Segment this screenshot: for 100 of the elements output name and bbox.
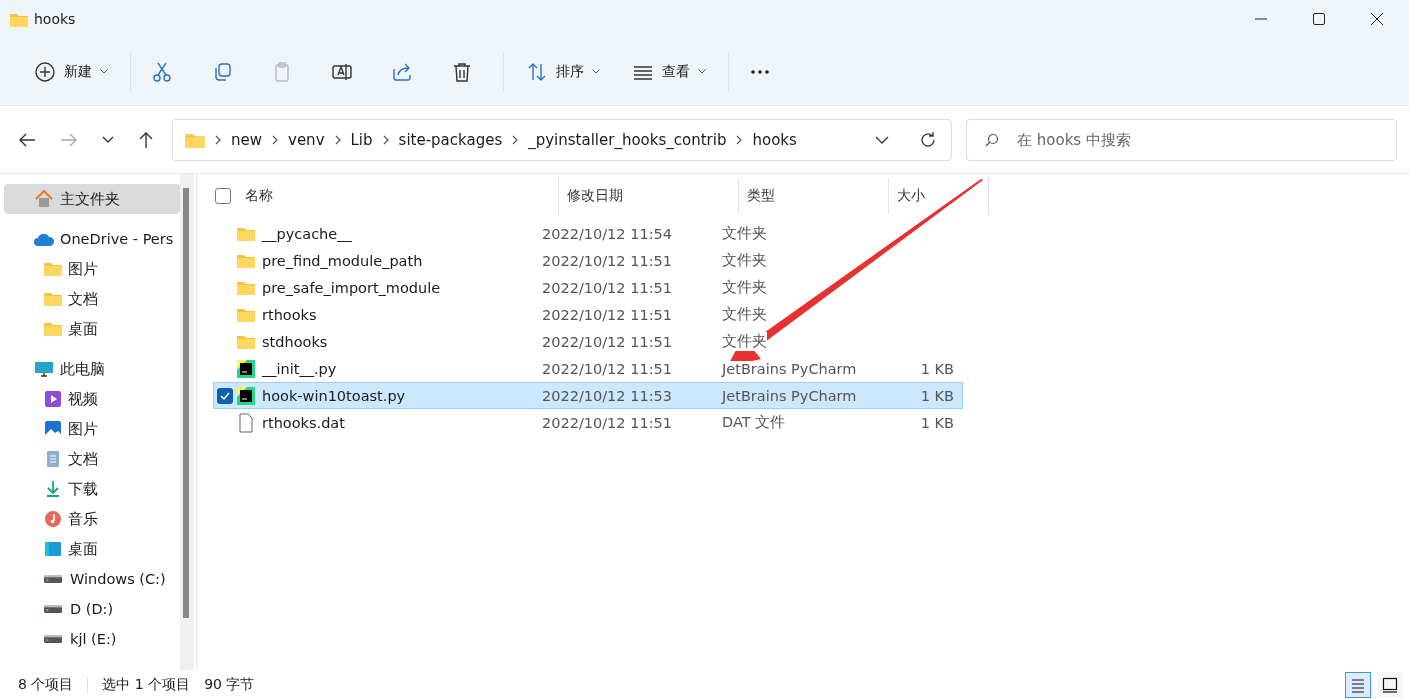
search-field[interactable]: 在 hooks 中搜索 bbox=[1015, 129, 1396, 150]
sidebar-item[interactable]: 主文件夹 bbox=[4, 184, 180, 214]
selection-count: 选中 1 个项目 bbox=[102, 675, 191, 694]
column-header[interactable]: 修改日期 bbox=[559, 178, 739, 214]
chevron-right-icon bbox=[512, 134, 519, 145]
breadcrumb[interactable]: new bbox=[231, 130, 262, 149]
table-cell: 文件夹 bbox=[722, 278, 767, 297]
toolbar-button[interactable]: 查看 bbox=[624, 52, 714, 91]
file-row[interactable]: hook-win10toast.py 2022/10/12 11:53 JetBrains PyCharm 1 KB bbox=[213, 382, 963, 409]
table-cell-text: 1 KB bbox=[919, 360, 954, 377]
video-icon bbox=[44, 390, 62, 408]
table-cell: 文件夹 bbox=[722, 251, 767, 270]
table-cell-text: 2022/10/12 11:51 bbox=[542, 333, 673, 350]
sidebar-item[interactable]: 桌面 bbox=[4, 314, 180, 344]
details-view-button[interactable] bbox=[1345, 671, 1371, 698]
tiles-icon bbox=[1382, 676, 1398, 693]
lines-icon bbox=[1350, 676, 1366, 693]
file-name: stdhooks bbox=[262, 333, 329, 350]
sidebar-item[interactable]: 此电脑 bbox=[4, 354, 180, 384]
table-cell: JetBrains PyCharm bbox=[722, 387, 857, 404]
drive-icon bbox=[44, 575, 62, 583]
chevron-right-icon bbox=[334, 134, 341, 145]
folder-icon bbox=[185, 131, 205, 148]
table-cell-text: 2022/10/12 11:51 bbox=[542, 252, 673, 269]
pycharm-icon bbox=[236, 358, 256, 379]
table-cell: 文件夹 bbox=[722, 224, 767, 243]
close-icon[interactable] bbox=[1371, 13, 1383, 25]
file-name: rthooks.dat bbox=[262, 414, 346, 431]
table-cell: JetBrains PyCharm bbox=[722, 360, 857, 377]
file-icon bbox=[236, 412, 256, 433]
search-box[interactable]: 在 hooks 中搜索 bbox=[966, 118, 1397, 161]
address-bar[interactable]: new venv Lib site-packages _pyinstaller_hooks_contrib hooks bbox=[172, 118, 952, 161]
column-header[interactable]: 名称 bbox=[237, 178, 559, 214]
table-cell-text: 2022/10/12 11:51 bbox=[542, 306, 673, 323]
tiles-view-button[interactable] bbox=[1377, 671, 1403, 698]
table-cell: 文件夹 bbox=[722, 332, 767, 351]
up-icon[interactable] bbox=[138, 130, 154, 149]
sidebar-item[interactable]: 图片 bbox=[4, 254, 180, 284]
back-icon[interactable] bbox=[18, 131, 36, 148]
breadcrumb[interactable]: venv bbox=[288, 130, 325, 149]
caret-icon bbox=[592, 69, 600, 74]
file-name: __pycache__ bbox=[262, 225, 353, 242]
column-header[interactable]: 类型 bbox=[739, 178, 889, 214]
sidebar-item[interactable]: 视频 bbox=[4, 384, 180, 414]
window-title: hooks bbox=[34, 11, 76, 27]
music-icon bbox=[44, 510, 62, 528]
plus-circle-icon bbox=[34, 60, 56, 83]
table-cell: DAT 文件 bbox=[722, 413, 786, 432]
document-icon bbox=[44, 450, 62, 468]
toolbar-button[interactable]: 排序 bbox=[518, 52, 608, 91]
caret-icon bbox=[698, 69, 706, 74]
file-name: rthooks bbox=[262, 306, 318, 323]
sidebar-item[interactable]: 文档 bbox=[4, 284, 180, 314]
caret-icon bbox=[100, 69, 108, 74]
download-icon bbox=[44, 480, 62, 498]
monitor-icon bbox=[34, 360, 54, 378]
breadcrumb[interactable]: site-packages bbox=[398, 130, 503, 149]
file-name: __init__.py bbox=[262, 360, 338, 377]
drive-icon bbox=[44, 635, 62, 643]
item-count: 8 个项目 bbox=[18, 675, 74, 694]
checkbox-icon[interactable] bbox=[217, 387, 233, 404]
sidebar-item[interactable]: OneDrive - Pers bbox=[4, 224, 180, 254]
table-cell-text: 2022/10/12 11:53 bbox=[542, 387, 673, 404]
breadcrumb[interactable]: _pyinstaller_hooks_contrib bbox=[528, 130, 727, 149]
chevron-right-icon bbox=[215, 134, 221, 145]
folder-icon bbox=[10, 11, 28, 27]
sidebar-item[interactable]: 桌面 bbox=[4, 534, 180, 564]
pycharm-icon bbox=[236, 385, 256, 406]
selection-size: 90 字节 bbox=[204, 675, 255, 694]
toolbar-button[interactable]: 新建 bbox=[26, 52, 116, 91]
sidebar-item[interactable]: Windows (C:) bbox=[4, 564, 180, 594]
chevron-right-icon bbox=[272, 134, 278, 145]
sidebar-item[interactable]: 图片 bbox=[4, 414, 180, 444]
sidebar-item[interactable]: D (D:) bbox=[4, 594, 180, 624]
picture-icon bbox=[44, 420, 62, 438]
search-icon bbox=[985, 132, 999, 147]
sidebar-item[interactable]: 文档 bbox=[4, 444, 180, 474]
table-cell-text: 2022/10/12 11:51 bbox=[542, 414, 673, 431]
chevron-right-icon bbox=[382, 134, 389, 145]
table-cell-text: 2022/10/12 11:51 bbox=[542, 279, 673, 296]
table-cell-text: 1 KB bbox=[919, 387, 954, 404]
chevron-right-icon bbox=[736, 134, 743, 145]
folder-icon bbox=[44, 320, 62, 338]
sidebar-item[interactable]: 音乐 bbox=[4, 504, 180, 534]
select-all-checkbox[interactable] bbox=[215, 188, 231, 204]
sidebar-item[interactable]: kjl (E:) bbox=[4, 624, 180, 654]
table-cell-text: 2022/10/12 11:51 bbox=[542, 360, 673, 377]
chevron-down-icon[interactable] bbox=[875, 135, 889, 144]
file-name: pre_safe_import_module bbox=[262, 279, 442, 296]
drive-icon bbox=[44, 605, 62, 613]
table-cell: 文件夹 bbox=[722, 305, 767, 324]
breadcrumb[interactable]: hooks bbox=[752, 130, 797, 149]
folder-icon bbox=[44, 260, 62, 278]
sidebar-item[interactable]: 下载 bbox=[4, 474, 180, 504]
refresh-icon[interactable] bbox=[919, 130, 937, 149]
table-cell-text: 2022/10/12 11:54 bbox=[542, 225, 673, 242]
house-icon bbox=[34, 190, 54, 208]
breadcrumb[interactable]: Lib bbox=[350, 130, 373, 149]
chevron-down-icon[interactable] bbox=[102, 135, 114, 144]
maximize-icon[interactable] bbox=[1313, 13, 1325, 25]
